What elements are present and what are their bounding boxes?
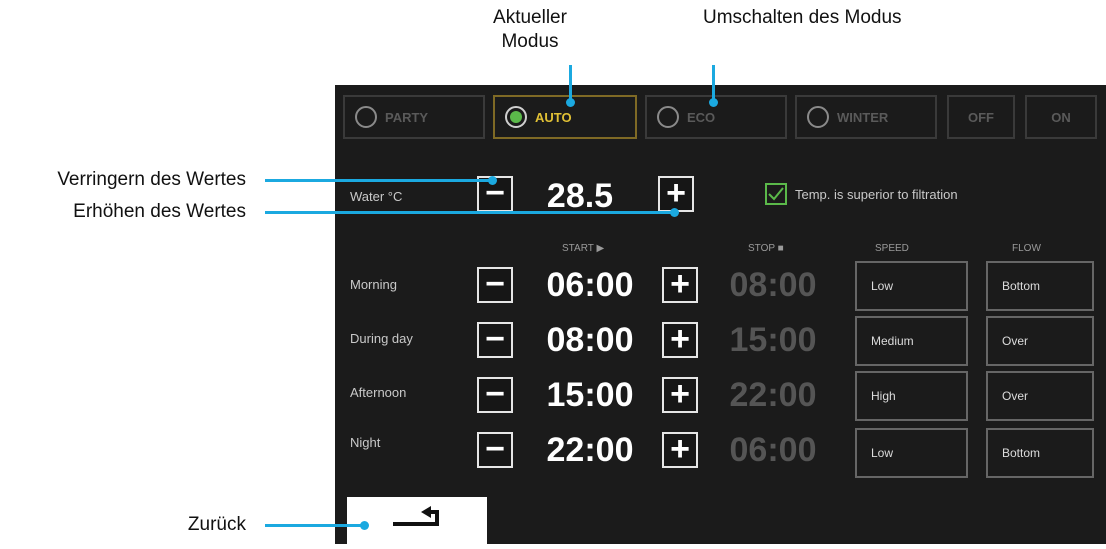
back-button[interactable] (347, 497, 487, 544)
mode-label-off: OFF (968, 109, 994, 125)
speed-value: Medium (871, 334, 914, 348)
stop-time-value: 22:00 (729, 376, 817, 414)
flow-select[interactable]: Bottom (986, 261, 1094, 311)
radio-icon (355, 106, 377, 128)
mode-button-on[interactable]: ON (1025, 95, 1097, 139)
start-increase-button[interactable]: + (662, 267, 698, 303)
annotation-current-mode-line1: Aktueller (493, 7, 567, 28)
start-time-value: 22:00 (546, 431, 634, 469)
header-speed: SPEED (875, 243, 909, 254)
flow-value: Bottom (1002, 446, 1041, 460)
mode-label-winter: WINTER (837, 109, 889, 125)
speed-value: Low (871, 446, 894, 460)
check-icon (768, 187, 784, 201)
row-label: Afternoon (350, 385, 407, 400)
annotation-back: Zurück (187, 514, 246, 535)
speed-select[interactable]: High (855, 371, 968, 421)
start-time-value: 15:00 (546, 376, 634, 414)
start-decrease-button[interactable]: − (477, 322, 513, 358)
annotation-increase-value: Erhöhen des Wertes (73, 201, 246, 222)
annotation-current-mode: Aktueller Modus (470, 6, 590, 54)
callout-dot-decrease (488, 176, 497, 185)
row-label: During day (350, 331, 413, 346)
control-screen: PARTY AUTO ECO WINTER OFF ON Water °C − … (335, 85, 1106, 544)
callout-line-back (265, 524, 365, 527)
start-decrease-button[interactable]: − (477, 377, 513, 413)
flow-select[interactable]: Over (986, 371, 1094, 421)
speed-select[interactable]: Medium (855, 316, 968, 366)
water-temp-label: Water °C (350, 189, 403, 204)
mode-button-winter[interactable]: WINTER (795, 95, 937, 139)
mode-button-party[interactable]: PARTY (343, 95, 485, 139)
row-label: Night (350, 435, 381, 450)
radio-icon (807, 106, 829, 128)
stop-time-value: 06:00 (729, 431, 817, 469)
mode-label-auto: AUTO (535, 109, 572, 125)
callout-dot-increase (670, 208, 679, 217)
flow-value: Over (1002, 389, 1029, 403)
start-increase-button[interactable]: + (662, 322, 698, 358)
row-label: Morning (350, 277, 397, 292)
radio-selected-icon (505, 106, 527, 128)
header-start: START ▶ (562, 243, 605, 254)
header-flow: FLOW (1012, 243, 1041, 254)
stop-time-value: 15:00 (729, 321, 817, 359)
water-temp-value: 28.5 (546, 177, 614, 215)
temp-superior-label: Temp. is superior to filtration (795, 187, 958, 202)
callout-dot-current-mode (566, 98, 575, 107)
start-decrease-button[interactable]: − (477, 432, 513, 468)
back-arrow-icon (393, 506, 439, 526)
temp-superior-checkbox[interactable] (765, 183, 787, 205)
speed-select[interactable]: Low (855, 261, 968, 311)
speed-select[interactable]: Low (855, 428, 968, 478)
stop-time-value: 08:00 (729, 266, 817, 304)
flow-select[interactable]: Over (986, 316, 1094, 366)
start-time-value: 06:00 (546, 266, 634, 304)
callout-line-decrease (265, 179, 493, 182)
mode-label-on: ON (1051, 109, 1071, 125)
radio-icon (657, 106, 679, 128)
mode-label-eco: ECO (687, 109, 716, 125)
callout-dot-switch-mode (709, 98, 718, 107)
speed-value: High (871, 389, 896, 403)
annotation-current-mode-line2: Modus (501, 31, 559, 52)
speed-value: Low (871, 279, 894, 293)
mode-button-off[interactable]: OFF (947, 95, 1015, 139)
callout-line-increase (265, 211, 675, 214)
flow-value: Over (1002, 334, 1029, 348)
flow-value: Bottom (1002, 279, 1041, 293)
header-stop: STOP ■ (748, 243, 784, 254)
callout-dot-back (360, 521, 369, 530)
water-temp-increase-button[interactable]: + (658, 176, 694, 212)
start-time-value: 08:00 (546, 321, 634, 359)
annotation-decrease-value: Verringern des Wertes (57, 169, 246, 190)
flow-select[interactable]: Bottom (986, 428, 1094, 478)
start-decrease-button[interactable]: − (477, 267, 513, 303)
mode-label-party: PARTY (385, 109, 429, 125)
start-increase-button[interactable]: + (662, 432, 698, 468)
annotation-switch-mode: Umschalten des Modus (703, 7, 902, 28)
mode-button-auto[interactable]: AUTO (493, 95, 637, 139)
start-increase-button[interactable]: + (662, 377, 698, 413)
